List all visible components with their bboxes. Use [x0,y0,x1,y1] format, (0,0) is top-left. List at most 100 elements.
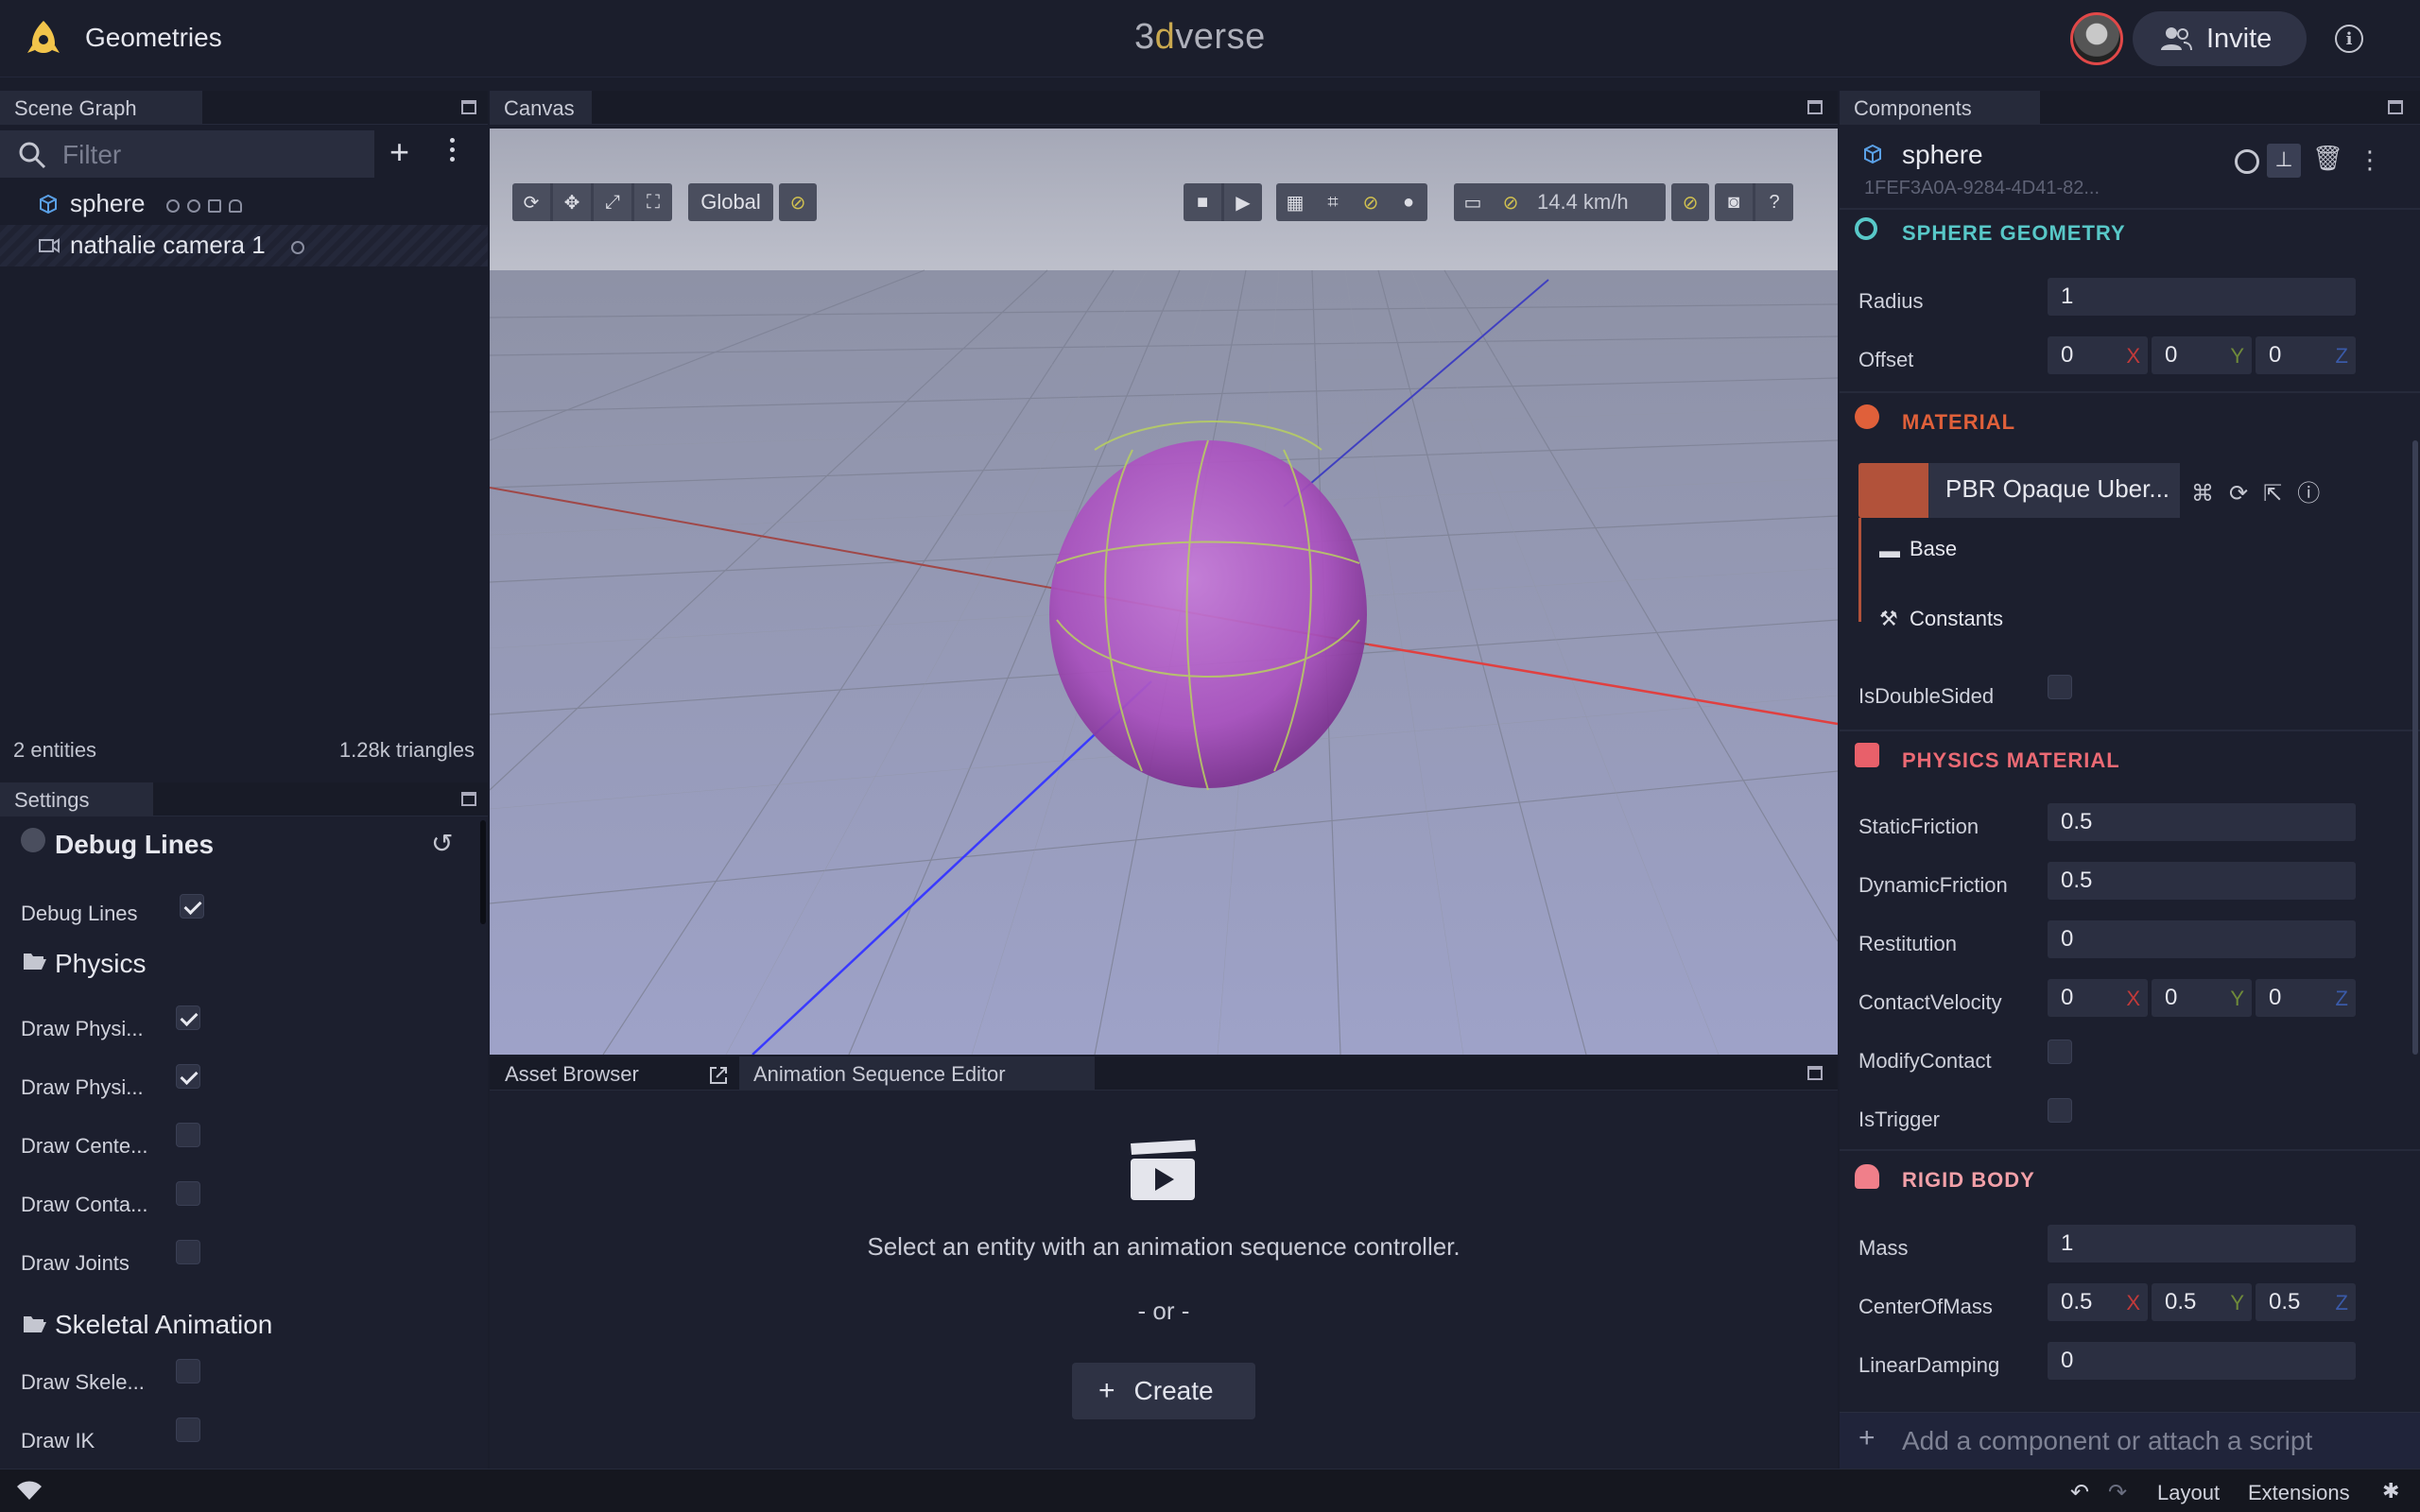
camera-speed[interactable]: 14.4 km/h [1530,190,1629,215]
physics-item-checkbox[interactable] [176,1240,200,1264]
speed-off-icon[interactable]: ⊘ [1492,183,1530,221]
wifi-icon[interactable] [15,1481,43,1502]
dynamic-friction-input[interactable]: 0.5 [2048,862,2356,900]
physics-item-label: Draw Joints [21,1251,130,1275]
stop-icon[interactable]: ■ [1184,183,1221,221]
skeletal-item-checkbox[interactable] [176,1418,200,1442]
scene-render[interactable] [490,129,1838,1055]
shading-icon[interactable]: ● [1390,183,1427,221]
static-friction-input[interactable]: 0.5 [2048,803,2356,841]
physics-item-checkbox[interactable] [176,1181,200,1206]
graph-icon[interactable]: ⌘ [2191,481,2229,507]
material-title[interactable]: MATERIAL [1902,410,2015,435]
scrollbar[interactable] [480,820,486,924]
rigid-body-title[interactable]: RIGID BODY [1902,1168,2035,1193]
sphere-geometry-title[interactable]: SPHERE GEOMETRY [1902,221,2126,246]
filter-input[interactable]: Filter [0,130,374,178]
tab-canvas[interactable]: Canvas [490,91,592,125]
tree-item-sphere[interactable]: sphere [0,183,488,225]
more-vert-icon[interactable] [450,138,456,164]
is-trigger-checkbox[interactable] [2048,1098,2072,1123]
add-component-bar[interactable]: + Add a component or attach a script [1840,1412,2420,1469]
restitution-input[interactable]: 0 [2048,920,2356,958]
frame-icon[interactable]: ⌗ [1314,183,1352,221]
mass-input[interactable]: 1 [2048,1225,2356,1263]
undo-icon[interactable]: ↶ [2070,1479,2089,1506]
tree-item-camera[interactable]: nathalie camera 1 [0,225,488,266]
tab-asset-browser[interactable]: Asset Browser [505,1062,639,1087]
com-y-input[interactable]: 0.5 Y [2152,1283,2252,1321]
reset-icon[interactable]: ↺ [431,828,453,859]
maximize-icon[interactable] [461,792,476,806]
linear-damping-input[interactable]: 0 [2048,1342,2356,1380]
entity-name[interactable]: sphere [1902,140,1983,170]
scrollbar[interactable] [2412,440,2418,1055]
tab-scene-graph[interactable]: Scene Graph [0,91,202,125]
grid-icon[interactable]: ▦ [1276,183,1314,221]
physics-item-checkbox[interactable] [176,1005,200,1030]
debug-lines-checkbox[interactable] [180,894,204,919]
screenshot-icon[interactable]: ◙ [1715,183,1753,221]
help-icon[interactable]: ? [1755,183,1793,221]
scene-graph-header: Scene Graph [0,91,488,125]
offset-x-input[interactable]: 0X [2048,336,2148,374]
bug-icon[interactable]: ✱ [2382,1479,2399,1503]
maximize-icon[interactable] [1807,100,1823,114]
offset-y-input[interactable]: 0Y [2152,336,2252,374]
shader-selector[interactable]: PBR Opaque Uber... [1928,463,2180,518]
skeletal-item-checkbox[interactable] [176,1359,200,1383]
play-icon[interactable]: ▶ [1224,183,1262,221]
add-entity-icon[interactable]: + [389,132,409,172]
bounds-icon[interactable]: ⛶ [634,183,672,221]
offset-z-input[interactable]: 0Z [2256,336,2356,374]
user-avatar[interactable] [2070,12,2123,65]
move-icon[interactable]: ✥ [553,183,591,221]
extensions-menu[interactable]: Extensions [2248,1481,2350,1505]
entity-uuid: 1FEF3A0A-9284-4D41-82... [1864,178,2100,198]
open-external-icon[interactable]: ⇱ [2263,481,2297,507]
radius-input[interactable]: 1 [2048,278,2356,316]
refresh-icon[interactable]: ⟳ [2229,481,2263,507]
tab-components[interactable]: Components [1840,91,2040,125]
more-vert-icon[interactable]: ⋮ [2358,146,2382,175]
video-camera-icon[interactable]: ▭ [1454,183,1492,221]
scale-icon[interactable]: ⤢ [594,183,631,221]
physics-material-title[interactable]: PHYSICS MATERIAL [1902,748,2120,773]
overlay-off-icon[interactable]: ⊘ [1671,183,1709,221]
contact-velocity-y-input[interactable]: 0Y [2152,979,2252,1017]
maximize-icon[interactable] [1807,1066,1823,1080]
invite-button[interactable]: Invite [2133,11,2307,66]
tab-settings[interactable]: Settings [0,782,153,816]
bottom-panel: Asset Browser Animation Sequence Editor … [490,1057,1838,1469]
3d-viewport[interactable]: ⟳ ✥ ⤢ ⛶ Global ⊘ ■ ▶ ▦ ⌗ ⊘ ● ▭ ⊘ 14.4 km… [490,129,1838,1055]
pin-icon[interactable]: ⊥ [2267,144,2301,178]
rotate-icon[interactable]: ⟳ [512,183,550,221]
com-z-input[interactable]: 0.5 Z [2256,1283,2356,1321]
double-sided-checkbox[interactable] [2048,675,2072,699]
modify-contact-checkbox[interactable] [2048,1040,2072,1064]
constants-group[interactable]: Constants [1910,607,2003,631]
info-icon[interactable]: ⓘ [2297,481,2335,507]
info-icon[interactable]: i [2335,25,2363,53]
snap-off-icon[interactable]: ⊘ [779,183,817,221]
redo-icon[interactable]: ↷ [2108,1479,2127,1506]
maximize-icon[interactable] [2388,100,2403,114]
cube-icon [40,194,57,215]
tab-animation-sequence-editor[interactable]: Animation Sequence Editor [739,1057,1095,1091]
com-x-input[interactable]: 0.5 X [2048,1283,2148,1321]
create-button[interactable]: + Create [1072,1363,1255,1419]
physics-item-checkbox[interactable] [176,1123,200,1147]
contact-velocity-z-input[interactable]: 0Z [2256,979,2356,1017]
visibility-icon[interactable] [2235,149,2259,174]
external-link-icon[interactable] [707,1064,730,1087]
material-palette-swatch[interactable] [1858,463,1928,518]
maximize-icon[interactable] [461,100,476,114]
app-logo-icon[interactable] [25,19,62,57]
gizmo-off-icon[interactable]: ⊘ [1352,183,1390,221]
layout-menu[interactable]: Layout [2157,1481,2220,1505]
base-group[interactable]: Base [1910,537,1957,561]
contact-velocity-x-input[interactable]: 0X [2048,979,2148,1017]
trash-icon[interactable]: 🗑 [2312,144,2343,173]
global-toggle[interactable]: Global [688,183,773,221]
physics-item-checkbox[interactable] [176,1064,200,1089]
